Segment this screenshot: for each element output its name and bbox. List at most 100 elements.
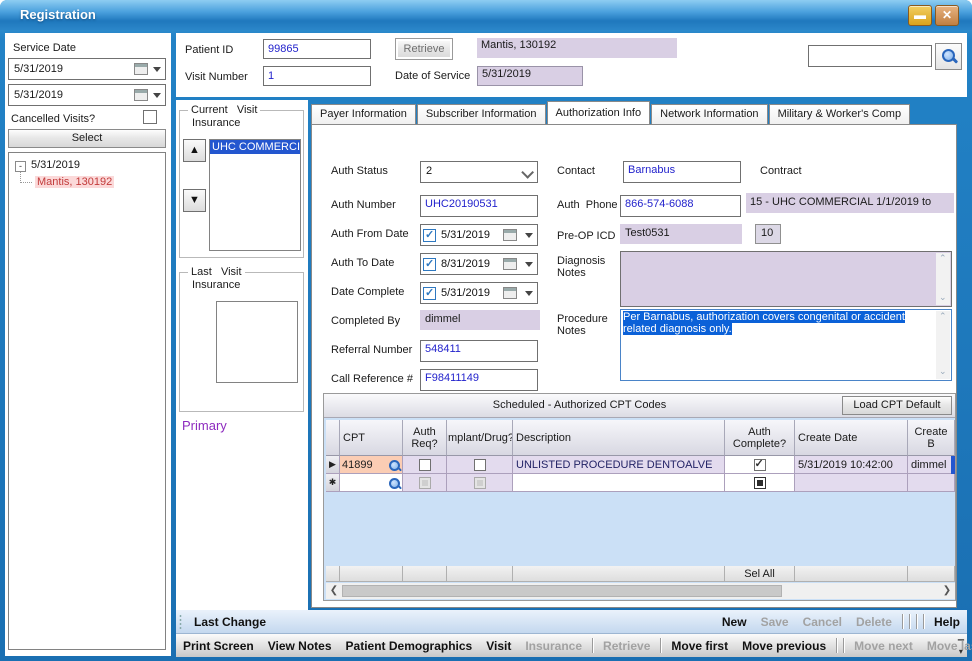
move-previous-button[interactable]: Move previous [735,637,833,655]
procedure-notes-textarea[interactable]: Per Barnabus, authorization covers conge… [620,309,952,381]
visit-tree[interactable]: - 5/31/2019 Mantis, 130192 [8,152,166,650]
search-button[interactable] [935,43,962,70]
last-insurance-list[interactable] [216,301,298,383]
calendar-icon[interactable] [134,63,148,75]
current-insurance-list[interactable]: UHC COMMERCIAL [209,139,301,251]
col-description[interactable]: Description [513,420,725,456]
col-create-date[interactable]: Create Date [795,420,908,456]
delete-button[interactable]: Delete [849,613,899,631]
load-cpt-default-button[interactable]: Load CPT Default [842,396,952,415]
date-complete-picker[interactable]: 5/31/2019 [420,282,538,304]
help-button[interactable]: Help [927,613,967,631]
move-last-button[interactable]: Move last [920,637,972,655]
service-date-to-picker[interactable]: 5/31/2019 [8,84,166,106]
chevron-down-icon[interactable] [525,233,533,238]
new-button[interactable]: New [715,613,754,631]
calendar-icon[interactable] [134,89,148,101]
scroll-left-icon[interactable]: ❮ [327,585,341,597]
move-first-button[interactable]: Move first [664,637,735,655]
move-next-button[interactable]: Move next [847,637,920,655]
col-auth-complete[interactable]: Auth Complete? [725,420,795,456]
tab-network-information[interactable]: Network Information [651,104,767,124]
close-icon[interactable]: ✕ [935,5,959,26]
view-notes-button[interactable]: View Notes [261,637,339,655]
horizontal-scrollbar[interactable]: ❮ ❯ [326,583,955,599]
auth-complete-checkbox[interactable] [754,459,766,471]
auth-req-checkbox[interactable] [419,459,431,471]
move-up-icon[interactable]: ▲ [183,139,206,162]
col-auth-req[interactable]: Auth Req? [403,420,447,456]
chevron-down-icon[interactable] [525,262,533,267]
move-down-icon[interactable]: ▼ [183,189,206,212]
patient-id-input[interactable] [263,39,371,59]
toolbar-grip[interactable] [179,614,182,630]
visit-number-input[interactable] [263,66,371,86]
insurance-list-item[interactable]: UHC COMMERCIAL [210,140,300,154]
description-cell[interactable] [513,474,725,492]
diagnosis-notes-textarea[interactable] [620,251,952,307]
auth-complete-cell[interactable] [725,474,795,492]
auth-from-checkbox[interactable] [423,229,436,242]
sel-all-button[interactable]: Sel All [725,566,795,582]
tab-subscriber-information[interactable]: Subscriber Information [417,104,546,124]
auth-complete-checkbox[interactable] [754,477,766,489]
chevron-down-icon[interactable] [153,67,161,72]
col-create-by[interactable]: Create B [908,420,955,456]
auth-from-date-picker[interactable]: 5/31/2019 [420,224,538,246]
retrieve-toolbar-button[interactable]: Retrieve [596,637,657,655]
implant-drug-cell[interactable] [447,474,513,492]
date-complete-checkbox[interactable] [423,287,436,300]
col-implant-drug[interactable]: Implant/Drug? [447,420,513,456]
auth-req-cell[interactable] [403,456,447,474]
chevron-down-icon[interactable] [153,93,161,98]
tab-authorization-info[interactable]: Authorization Info [547,101,651,124]
select-button[interactable]: Select [8,129,166,148]
tree-patient-node[interactable]: Mantis, 130192 [35,176,114,188]
scroll-right-icon[interactable]: ❯ [940,585,954,597]
print-screen-button[interactable]: Print Screen [176,637,261,655]
retrieve-button[interactable]: Retrieve [395,38,453,60]
description-cell[interactable]: UNLISTED PROCEDURE DENTOALVE [513,456,725,474]
implant-drug-checkbox[interactable] [474,477,486,489]
col-cpt[interactable]: CPT [340,420,403,456]
cancelled-visits-checkbox[interactable] [143,110,157,124]
auth-complete-cell[interactable] [725,456,795,474]
tab-military-workers-comp[interactable]: Military & Worker's Comp [769,104,911,124]
patient-demographics-button[interactable]: Patient Demographics [339,637,480,655]
implant-drug-cell[interactable] [447,456,513,474]
auth-to-checkbox[interactable] [423,258,436,271]
minimize-icon[interactable]: ▬ [908,5,932,26]
search-input[interactable] [808,45,932,67]
cpt-cell[interactable]: 41899 [340,456,403,474]
auth-status-dropdown[interactable]: 2 [420,161,538,183]
calendar-icon[interactable] [503,229,517,241]
save-button[interactable]: Save [754,613,796,631]
tree-collapse-icon[interactable]: - [15,161,26,172]
scrollbar-thumb[interactable] [342,585,782,597]
auth-req-checkbox[interactable] [419,477,431,489]
contact-input[interactable]: Barnabus [623,161,741,183]
scrollbar[interactable] [936,311,950,379]
insurance-button[interactable]: Insurance [518,637,589,655]
visit-button[interactable]: Visit [479,637,518,655]
title-bar[interactable]: Registration ▬ ✕ [0,0,972,30]
cpt-cell-new[interactable] [340,474,403,492]
calendar-icon[interactable] [503,287,517,299]
cpt-lookup-icon[interactable] [388,459,400,471]
scrollbar[interactable] [936,253,950,305]
calendar-icon[interactable] [503,258,517,270]
call-reference-input[interactable]: F98411149 [420,369,538,391]
tree-date-node[interactable]: 5/31/2019 [31,159,80,171]
cpt-new-row[interactable]: ✱ [326,474,955,492]
service-date-from-picker[interactable]: 5/31/2019 [8,58,166,80]
auth-number-input[interactable]: UHC20190531 [420,195,538,217]
tab-payer-information[interactable]: Payer Information [311,104,416,124]
auth-to-date-picker[interactable]: 8/31/2019 [420,253,538,275]
auth-req-cell[interactable] [403,474,447,492]
cpt-row-1[interactable]: ▶ 41899 UNLISTED PROCEDURE DENTOALVE 5/3… [326,456,955,474]
referral-number-input[interactable]: 548411 [420,340,538,362]
cancel-button[interactable]: Cancel [796,613,849,631]
implant-drug-checkbox[interactable] [474,459,486,471]
cpt-lookup-icon[interactable] [388,477,400,489]
auth-phone-input[interactable]: 866-574-6088 [620,195,741,217]
